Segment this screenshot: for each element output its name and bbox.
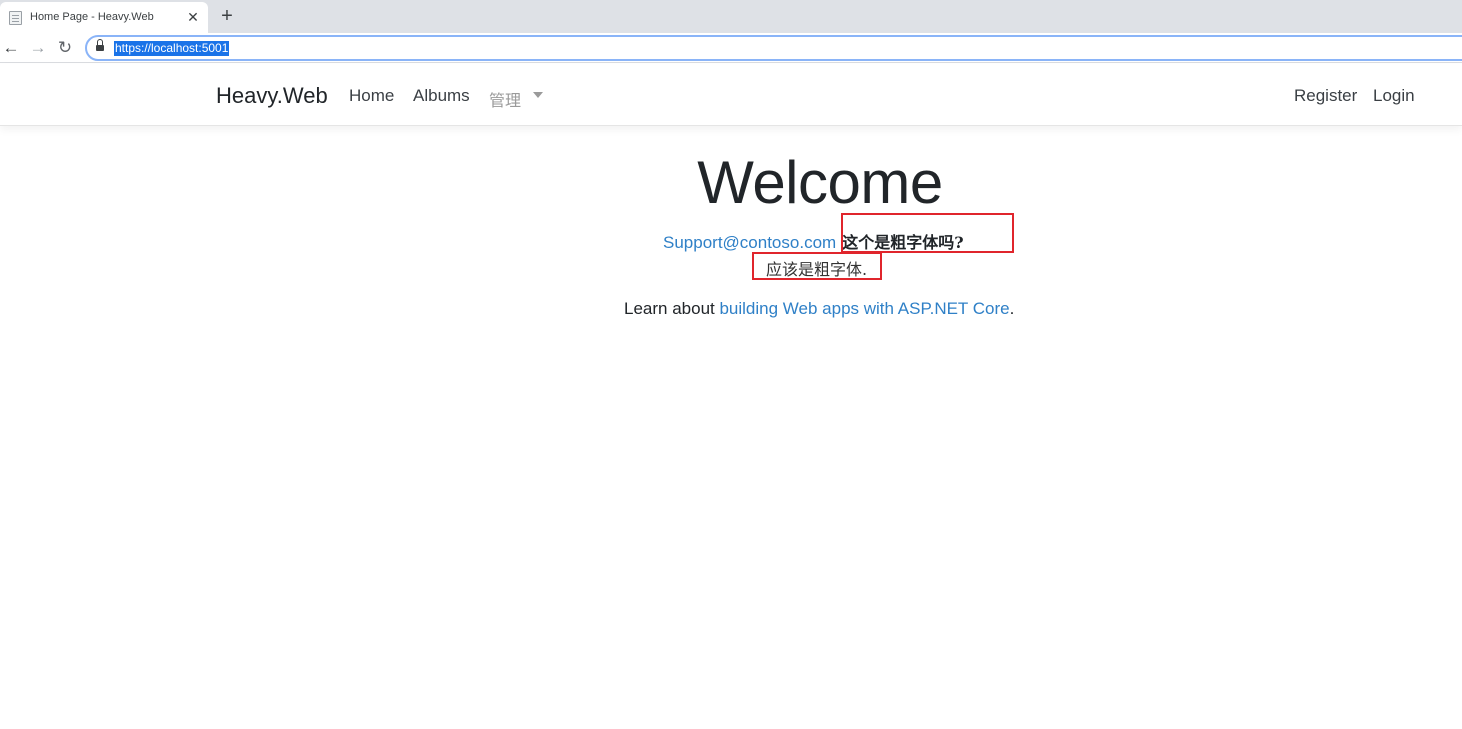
learn-suffix: .: [1009, 299, 1015, 318]
tab-title: Home Page - Heavy.Web: [30, 11, 154, 23]
nav-link-home[interactable]: Home: [349, 86, 394, 106]
highlight-box-question: [841, 213, 1014, 253]
learn-prefix: Learn about: [624, 299, 720, 318]
brand-link[interactable]: Heavy.Web: [216, 83, 328, 109]
lock-icon[interactable]: [96, 39, 104, 53]
close-icon[interactable]: ✕: [184, 8, 202, 26]
page-title: Welcome: [697, 149, 943, 216]
browser-tabstrip: Home Page - Heavy.Web ✕ +: [0, 0, 1462, 33]
reload-icon[interactable]: ↻: [54, 37, 76, 59]
page-favicon-icon: [9, 11, 22, 25]
url-text[interactable]: https://localhost:5001: [114, 41, 230, 56]
learn-link[interactable]: building Web apps with ASP.NET Core: [719, 299, 1009, 318]
nav-dropdown-manage[interactable]: 管理: [489, 87, 521, 111]
site-navbar: Heavy.Web Home Albums 管理 Register Login: [0, 64, 1462, 126]
back-arrow-icon[interactable]: ←: [0, 37, 22, 59]
forward-arrow-icon[interactable]: →: [27, 37, 49, 59]
nav-link-albums[interactable]: Albums: [413, 86, 470, 106]
address-bar[interactable]: https://localhost:5001: [85, 35, 1462, 61]
support-email-link[interactable]: Support@contoso.com: [663, 233, 836, 252]
browser-tab[interactable]: Home Page - Heavy.Web ✕: [0, 2, 208, 33]
plus-icon[interactable]: +: [216, 5, 238, 27]
learn-paragraph: Learn about building Web apps with ASP.N…: [624, 299, 1014, 319]
nav-link-register[interactable]: Register: [1294, 86, 1357, 106]
browser-toolbar: ← → ↻ https://localhost:5001: [0, 33, 1462, 63]
caret-down-icon[interactable]: [533, 92, 543, 98]
nav-link-login[interactable]: Login: [1373, 86, 1415, 106]
highlight-box-answer: [752, 252, 882, 280]
